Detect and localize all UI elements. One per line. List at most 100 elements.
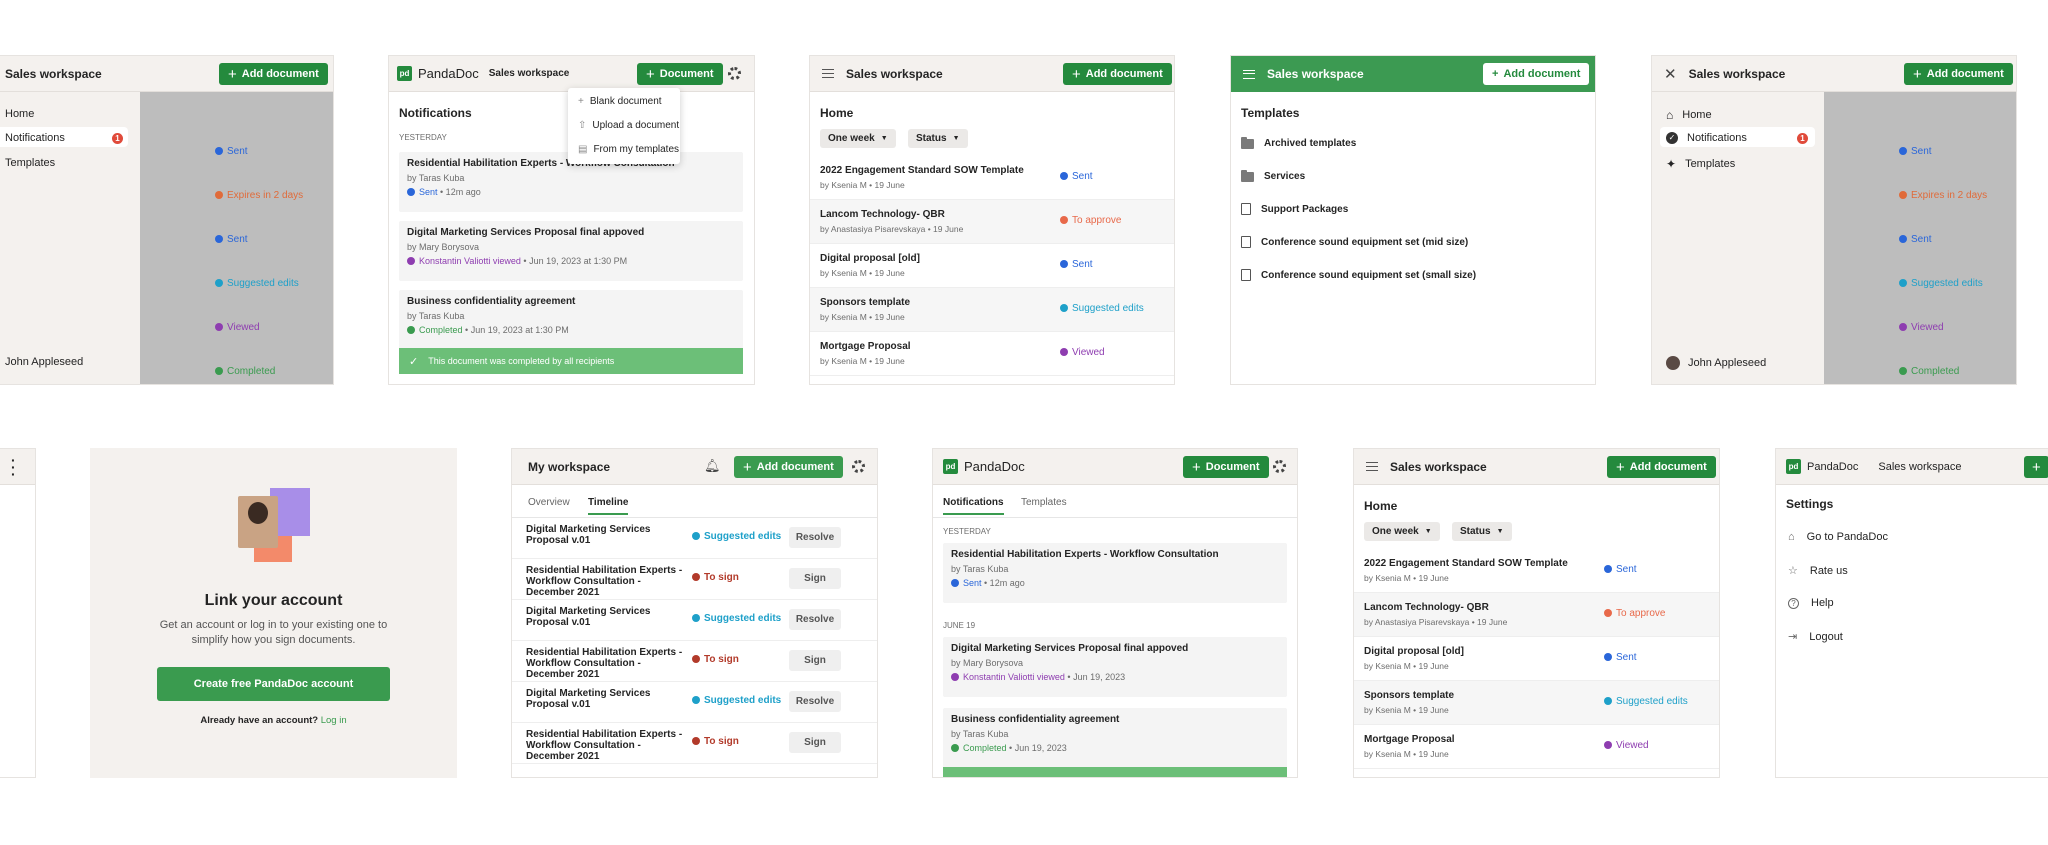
plus-icon: + xyxy=(1192,458,1201,476)
table-row[interactable]: Sponsors template by Ksenia M • 19 June Su… xyxy=(810,288,1174,332)
menu-item-blank-document[interactable]: + Blank document xyxy=(578,96,662,107)
login-link[interactable]: Log in xyxy=(321,715,347,726)
add-document-label: Add document xyxy=(756,461,834,473)
avatar xyxy=(1666,356,1680,370)
create-account-button[interactable]: Create free PandaDoc account xyxy=(157,667,390,701)
check-circle-icon: ✓ xyxy=(1666,132,1678,144)
tab-overview[interactable]: Overview xyxy=(528,497,570,508)
illustration xyxy=(238,488,310,564)
user-profile[interactable]: John Appleseed xyxy=(1666,356,1766,370)
table-row[interactable]: Digital proposal [old] by Ksenia M • 19 J… xyxy=(1354,637,1719,681)
tab-timeline[interactable]: Timeline xyxy=(588,497,629,515)
notification-card[interactable]: Residential Habilitation Experts - Workf… xyxy=(943,543,1287,603)
help-icon: ? xyxy=(1788,597,1799,609)
card-author: by Taras Kuba xyxy=(951,564,1009,574)
user-profile[interactable]: John Appleseed xyxy=(5,356,83,368)
plus-icon: + xyxy=(1492,68,1499,80)
settings-item-help[interactable]: ? Help xyxy=(1788,597,1834,609)
template-item[interactable]: Conference sound equipment set (mid size… xyxy=(1241,236,1468,248)
completed-toast: ✓ This document was completed by all reci… xyxy=(399,348,743,374)
workspace-title: Sales workspace xyxy=(5,66,102,81)
login-prompt: Already have an account? Log in xyxy=(200,715,347,726)
workspace-title: Sales workspace xyxy=(1688,66,1786,81)
add-document-button[interactable]: + Add document xyxy=(1483,63,1590,85)
brand-name: PandaDoc xyxy=(964,459,1025,474)
add-document-button[interactable]: + Add document xyxy=(1904,63,2013,85)
home-icon: ⌂ xyxy=(1666,108,1674,122)
table-row[interactable]: Digital proposal [old] by Ksenia M • 19 J… xyxy=(810,244,1174,288)
timeline-row[interactable]: Residential Habilitation Experts - Workf… xyxy=(512,723,877,764)
sidebar-item-home[interactable]: Home xyxy=(5,108,34,120)
menu-item-templates[interactable]: ▤ From my templates xyxy=(578,144,679,155)
table-row[interactable]: Lancom Technology- QBR by Anastasiya Pisa… xyxy=(810,200,1174,244)
card-author: by Taras Kuba xyxy=(407,311,465,321)
notification-card[interactable]: Business confidentiality agreement by Ta… xyxy=(399,290,743,350)
settings-item-go-to-pandadoc[interactable]: ⌂ Go to PandaDoc xyxy=(1788,531,1888,543)
template-folder-archived[interactable]: Archived templates xyxy=(1241,136,1356,149)
status-completed: Completed xyxy=(1899,366,1959,377)
sign-button: Sign xyxy=(789,732,841,753)
sparkle-icon: ✦ xyxy=(1666,157,1677,171)
more-vertical-icon[interactable]: · · · xyxy=(11,453,16,481)
add-document-button[interactable]: + Add document xyxy=(734,456,843,478)
status-filter-dropdown[interactable]: Status ▼ xyxy=(1452,522,1512,541)
table-row[interactable]: Lancom Technology- QBR by Anastasiya Pisa… xyxy=(1354,593,1719,637)
table-row[interactable]: Mortgage Proposal by Ksenia M • 19 June Vi… xyxy=(810,332,1174,376)
sidebar-item-notifications[interactable]: ✓ Notifications 1 xyxy=(1666,132,1808,144)
panel-document-dropdown: pd PandaDoc Sales workspace + Document No… xyxy=(388,55,755,385)
template-folder-services[interactable]: Services xyxy=(1241,169,1305,182)
date-filter-dropdown[interactable]: One week ▼ xyxy=(1364,522,1440,541)
document-button[interactable]: + Document xyxy=(1183,456,1269,478)
add-document-button[interactable]: + Add document xyxy=(1063,63,1172,85)
tab-notifications[interactable]: Notifications xyxy=(943,497,1004,515)
status-filter-dropdown[interactable]: Status ▼ xyxy=(908,129,968,148)
add-document-button[interactable]: + xyxy=(2024,456,2048,478)
panel-header xyxy=(0,449,35,485)
notification-card[interactable]: Digital Marketing Services Proposal fina… xyxy=(943,637,1287,697)
settings-gear-icon[interactable] xyxy=(852,460,865,473)
settings-item-rate-us[interactable]: ☆ Rate us xyxy=(1788,564,1848,578)
menu-icon[interactable] xyxy=(822,69,834,78)
date-filter-dropdown[interactable]: One week ▼ xyxy=(820,129,896,148)
timeline-row[interactable]: Residential Habilitation Experts - Workf… xyxy=(512,559,877,600)
tab-templates[interactable]: Templates xyxy=(1021,497,1067,508)
template-item[interactable]: Conference sound equipment set (small si… xyxy=(1241,269,1476,281)
sidebar-item-templates[interactable]: Templates xyxy=(5,157,55,169)
caret-down-icon: ▼ xyxy=(1424,528,1432,535)
card-author: by Taras Kuba xyxy=(951,729,1009,739)
table-row[interactable]: 2022 Engagement Standard SOW Template by … xyxy=(1354,549,1719,593)
user-name: John Appleseed xyxy=(5,356,84,368)
bell-icon[interactable]: 🔔︎ xyxy=(704,458,721,474)
star-icon: ☆ xyxy=(1788,565,1798,577)
table-row[interactable]: Sponsors template by Ksenia M • 19 June Su… xyxy=(1354,681,1719,725)
table-row[interactable]: 2022 Engagement Standard SOW Template by … xyxy=(810,156,1174,200)
add-document-button[interactable]: + Add document xyxy=(219,63,328,85)
card-title: Business confidentiality agreement xyxy=(951,714,1120,725)
menu-item-label: From my templates xyxy=(593,144,680,155)
settings-gear-icon[interactable] xyxy=(728,67,741,80)
timeline-row[interactable]: Digital Marketing Services Proposal v.01… xyxy=(512,600,877,641)
notification-card[interactable]: Digital Marketing Services Proposal fina… xyxy=(399,221,743,281)
table-row[interactable]: Mortgage Proposal by Ksenia M • 19 June Vi… xyxy=(1354,725,1719,769)
folder-icon xyxy=(1241,136,1254,149)
status-viewed: Viewed xyxy=(1899,322,1944,333)
sidebar-item-notifications[interactable]: Notifications 1 xyxy=(5,132,123,144)
close-icon[interactable]: ✕ xyxy=(1664,65,1677,83)
timeline-row[interactable]: Digital Marketing Services Proposal v.01… xyxy=(512,682,877,723)
sidebar-item-home[interactable]: ⌂ Home xyxy=(1666,108,1712,122)
menu-icon[interactable] xyxy=(1243,69,1255,79)
document-button[interactable]: + Document xyxy=(637,63,723,85)
menu-item-upload[interactable]: ⇧ Upload a document xyxy=(578,120,679,131)
status-sent: Sent xyxy=(1899,234,1932,245)
template-item[interactable]: Support Packages xyxy=(1241,203,1348,215)
add-document-button[interactable]: + Add document xyxy=(1607,456,1716,478)
timeline-row[interactable]: Digital Marketing Services Proposal v.01… xyxy=(512,518,877,559)
status-expires: Expires in 2 days xyxy=(1899,190,1987,201)
settings-gear-icon[interactable] xyxy=(1273,460,1286,473)
menu-icon[interactable] xyxy=(1366,462,1378,471)
sidebar-item-templates[interactable]: ✦ Templates xyxy=(1666,157,1735,171)
workspace-title: Sales workspace xyxy=(1390,459,1487,474)
timeline-row[interactable]: Residential Habilitation Experts - Workf… xyxy=(512,641,877,682)
settings-item-logout[interactable]: ⇥ Logout xyxy=(1788,630,1843,644)
workspace-title: Sales workspace xyxy=(488,68,570,79)
